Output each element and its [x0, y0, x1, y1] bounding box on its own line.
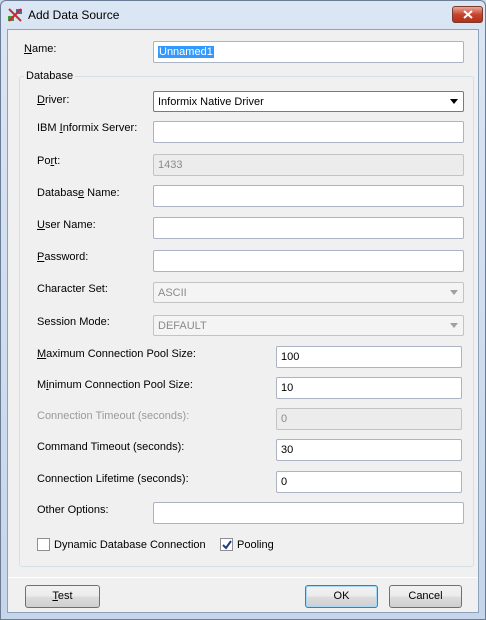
port-input[interactable]: 1433 — [153, 154, 464, 176]
max-pool-size-input[interactable]: 100 — [276, 346, 462, 368]
password-label: Password: — [37, 251, 89, 263]
chevron-down-icon — [450, 290, 458, 295]
min-pool-size-label: Minimum Connection Pool Size: — [37, 379, 193, 391]
close-icon — [463, 10, 473, 19]
driver-select[interactable]: Informix Native Driver — [153, 91, 464, 112]
add-data-source-window: Add Data Source Name: Unnamed1 Database … — [0, 0, 486, 620]
connection-timeout-input[interactable]: 0 — [276, 408, 462, 430]
chevron-down-icon — [450, 99, 458, 104]
server-input[interactable] — [153, 121, 464, 143]
character-set-label: Character Set: — [37, 283, 108, 295]
data-source-app-icon — [7, 7, 23, 23]
server-label: IBM Informix Server: — [37, 122, 138, 134]
driver-selected-value: Informix Native Driver — [158, 96, 264, 108]
dialog-body: Name: Unnamed1 Database Driver: Informix… — [7, 29, 479, 613]
command-timeout-label: Command Timeout (seconds): — [37, 441, 185, 453]
name-label: Name: — [24, 43, 57, 55]
dynamic-connection-label[interactable]: Dynamic Database Connection — [54, 539, 206, 551]
port-label: Port: — [37, 155, 61, 167]
other-options-input[interactable] — [153, 502, 464, 524]
character-set-value: ASCII — [158, 287, 187, 299]
pooling-checkbox[interactable] — [220, 538, 233, 551]
title-bar[interactable]: Add Data Source — [1, 1, 485, 29]
footer-separator — [8, 577, 478, 578]
ok-button[interactable]: OK — [305, 585, 378, 608]
other-options-label: Other Options: — [37, 504, 109, 516]
database-name-input[interactable] — [153, 185, 464, 207]
user-name-input[interactable] — [153, 217, 464, 239]
password-input[interactable] — [153, 250, 464, 272]
session-mode-label: Session Mode: — [37, 316, 110, 328]
chevron-down-icon — [450, 323, 458, 328]
connection-lifetime-input[interactable]: 0 — [276, 471, 462, 493]
test-button[interactable]: Test — [25, 585, 100, 608]
connection-lifetime-label: Connection Lifetime (seconds): — [37, 473, 189, 485]
dynamic-connection-checkbox[interactable] — [37, 538, 50, 551]
user-name-label: User Name: — [37, 219, 96, 231]
max-pool-size-label: Maximum Connection Pool Size: — [37, 348, 196, 360]
connection-timeout-label: Connection Timeout (seconds): — [37, 410, 190, 422]
database-group-label: Database — [24, 70, 76, 82]
cancel-button[interactable]: Cancel — [389, 585, 462, 608]
close-button[interactable] — [452, 6, 483, 23]
name-selected-text: Unnamed1 — [158, 46, 214, 58]
session-mode-value: DEFAULT — [158, 320, 207, 332]
min-pool-size-input[interactable]: 10 — [276, 377, 462, 399]
driver-label: Driver: — [37, 94, 70, 106]
database-name-label: Database Name: — [37, 187, 120, 199]
command-timeout-input[interactable]: 30 — [276, 439, 462, 461]
pooling-label[interactable]: Pooling — [237, 539, 274, 551]
session-mode-select[interactable]: DEFAULT — [153, 315, 464, 336]
name-input[interactable]: Unnamed1 — [153, 41, 464, 63]
character-set-select[interactable]: ASCII — [153, 282, 464, 303]
window-title: Add Data Source — [28, 8, 120, 22]
checkmark-icon — [222, 540, 232, 550]
